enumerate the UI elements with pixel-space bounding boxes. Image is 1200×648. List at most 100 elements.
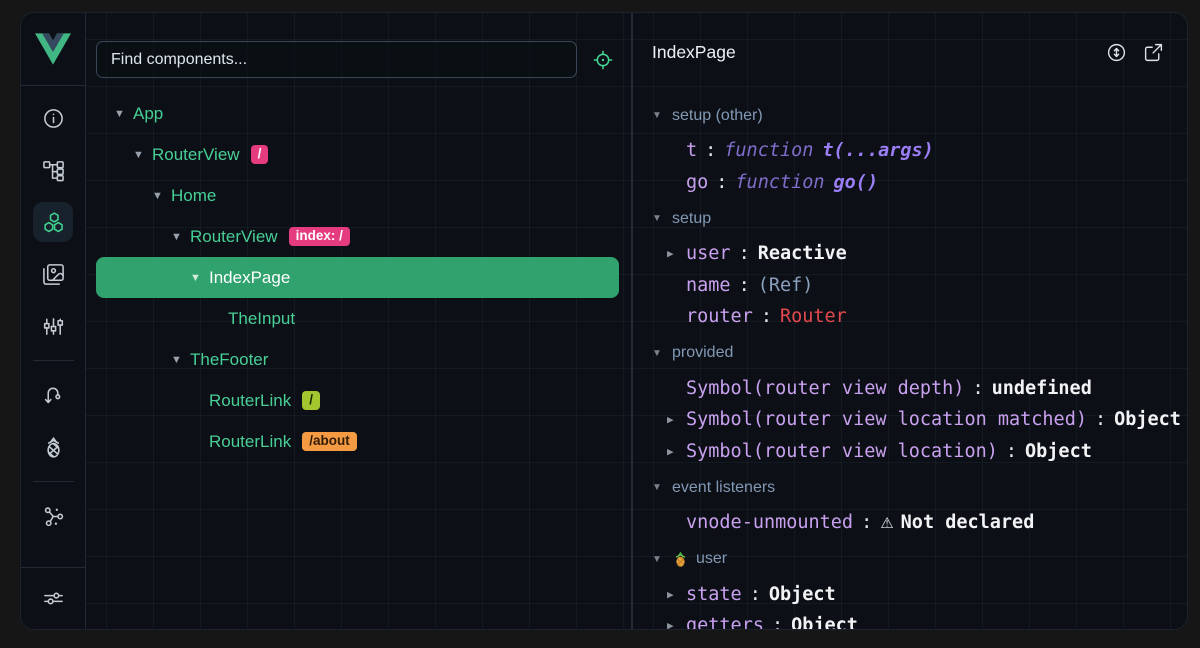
- module-graph-icon: [42, 505, 65, 528]
- sidebar-item-timeline[interactable]: [33, 306, 73, 346]
- tree-node-routerlink-home[interactable]: RouterLink /: [96, 380, 619, 421]
- open-in-editor-button[interactable]: [1139, 39, 1167, 67]
- section-header[interactable]: ▼ provided: [650, 337, 1187, 370]
- colon: :: [739, 243, 750, 264]
- caret-down-icon[interactable]: ▼: [650, 213, 664, 224]
- assets-images-icon: [42, 263, 65, 286]
- caret-down-icon[interactable]: ▼: [132, 149, 145, 161]
- colon: :: [739, 275, 750, 296]
- search-input[interactable]: [96, 41, 577, 78]
- section-header[interactable]: ▼ event listeners: [650, 471, 1187, 504]
- state-key: Symbol(router view depth): [686, 378, 964, 399]
- colon: :: [972, 378, 983, 399]
- colon: :: [772, 615, 783, 629]
- route-badge: index: /: [289, 227, 350, 246]
- state-row[interactable]: ▶ state : Object: [650, 579, 1187, 611]
- state-row[interactable]: t : function t(...args): [650, 135, 1187, 167]
- section-setup: ▼ setup ▶ user : Reactive name : (Ref): [650, 202, 1187, 333]
- state-value: Router: [780, 306, 847, 327]
- state-row[interactable]: router : Router: [650, 301, 1187, 333]
- caret-down-icon[interactable]: ▼: [151, 190, 164, 202]
- caret-down-icon[interactable]: ▼: [650, 110, 664, 121]
- caret-down-icon[interactable]: ▼: [650, 554, 664, 565]
- state-row[interactable]: go : function go(): [650, 167, 1187, 199]
- sidebar-item-pinia[interactable]: [33, 427, 73, 467]
- tree-node-routerlink-about[interactable]: RouterLink /about: [96, 421, 619, 462]
- caret-right-icon[interactable]: ▶: [667, 413, 686, 426]
- inspect-target-button[interactable]: [590, 47, 616, 73]
- state-value: undefined: [992, 378, 1092, 399]
- inspector-title: IndexPage: [652, 42, 1093, 63]
- state-inspector: ▼ setup (other) t : function t(...args) …: [633, 86, 1187, 629]
- search-row: [86, 13, 631, 86]
- state-row[interactable]: Symbol(router view depth) : undefined: [650, 373, 1187, 405]
- caret-down-icon[interactable]: ▼: [113, 108, 126, 120]
- colon: :: [716, 172, 727, 193]
- caret-down-icon[interactable]: ▼: [170, 354, 183, 366]
- sidebar-item-settings[interactable]: [21, 567, 85, 629]
- tree-node-home[interactable]: ▼ Home: [96, 175, 619, 216]
- state-key: vnode-unmounted: [686, 512, 853, 533]
- sidebar-item-graph[interactable]: [33, 496, 73, 536]
- state-value: Object: [1114, 409, 1181, 430]
- sidebar-item-assets[interactable]: [33, 254, 73, 294]
- state-value: Object: [791, 615, 858, 629]
- state-row[interactable]: name : (Ref): [650, 270, 1187, 302]
- scroll-to-component-button[interactable]: [1102, 39, 1130, 67]
- colon: :: [761, 306, 772, 327]
- section-header[interactable]: ▼ setup: [650, 202, 1187, 235]
- colon: :: [705, 140, 716, 161]
- state-row[interactable]: ▶ user : Reactive: [650, 238, 1187, 270]
- tree-node-routerview[interactable]: ▼ RouterView /: [96, 134, 619, 175]
- state-row[interactable]: ▶ Symbol(router view location matched) :…: [650, 404, 1187, 436]
- tree-node-app[interactable]: ▼ App: [96, 93, 619, 134]
- sidebar: [21, 13, 86, 629]
- tree-node-indexpage-selected[interactable]: ▼ IndexPage: [96, 257, 619, 298]
- state-value-signature: go(): [834, 172, 879, 193]
- router-uturn-icon: [42, 384, 65, 407]
- section-header[interactable]: ▼ user: [650, 543, 1187, 576]
- colon: :: [861, 512, 872, 533]
- vue-logo-icon: [35, 33, 71, 65]
- caret-down-icon[interactable]: ▼: [170, 231, 183, 243]
- tree-node-label: Home: [171, 186, 216, 206]
- section-header[interactable]: ▼ setup (other): [650, 99, 1187, 132]
- state-value: Object: [1025, 441, 1092, 462]
- sidebar-item-info[interactable]: [33, 98, 73, 138]
- tree-node-routerview-nested[interactable]: ▼ RouterView index: /: [96, 216, 619, 257]
- tree-node-label: RouterView: [152, 145, 240, 165]
- caret-down-icon[interactable]: ▼: [650, 348, 664, 359]
- state-row[interactable]: ▶ getters : Object: [650, 610, 1187, 629]
- caret-right-icon[interactable]: ▶: [667, 445, 686, 458]
- state-value: Reactive: [758, 243, 847, 264]
- state-value-keyword: function: [735, 172, 824, 193]
- state-value: Not declared: [901, 512, 1035, 533]
- tree-node-label: RouterView: [190, 227, 278, 247]
- section-header-label: provided: [672, 344, 733, 362]
- pages-tree-icon: [42, 159, 65, 182]
- tree-node-label: TheInput: [228, 309, 295, 329]
- sidebar-item-pages[interactable]: [33, 150, 73, 190]
- caret-right-icon[interactable]: ▶: [667, 619, 686, 629]
- section-event-listeners: ▼ event listeners vnode-unmounted : ⚠ No…: [650, 471, 1187, 539]
- state-row[interactable]: ▶ Symbol(router view location) : Object: [650, 436, 1187, 468]
- sidebar-item-components[interactable]: [33, 202, 73, 242]
- colon: :: [1006, 441, 1017, 462]
- route-badge: /: [302, 391, 320, 410]
- caret-down-icon[interactable]: ▼: [650, 482, 664, 493]
- state-value-keyword: function: [724, 140, 813, 161]
- tree-node-theinput[interactable]: TheInput: [96, 298, 619, 339]
- vue-logo: [21, 13, 85, 86]
- tree-node-label: IndexPage: [209, 268, 290, 288]
- caret-right-icon[interactable]: ▶: [667, 588, 686, 601]
- colon: :: [750, 584, 761, 605]
- caret-right-icon[interactable]: ▶: [667, 247, 686, 260]
- state-key: state: [686, 584, 742, 605]
- tree-node-thefooter[interactable]: ▼ TheFooter: [96, 339, 619, 380]
- sidebar-item-router[interactable]: [33, 375, 73, 415]
- settings-sliders-icon: [42, 587, 65, 610]
- state-row[interactable]: vnode-unmounted : ⚠ Not declared: [650, 507, 1187, 539]
- section-pinia-user: ▼ user ▶ state : Object ▶: [650, 543, 1187, 630]
- state-value-signature: t(...args): [822, 140, 933, 161]
- caret-down-icon[interactable]: ▼: [189, 272, 202, 284]
